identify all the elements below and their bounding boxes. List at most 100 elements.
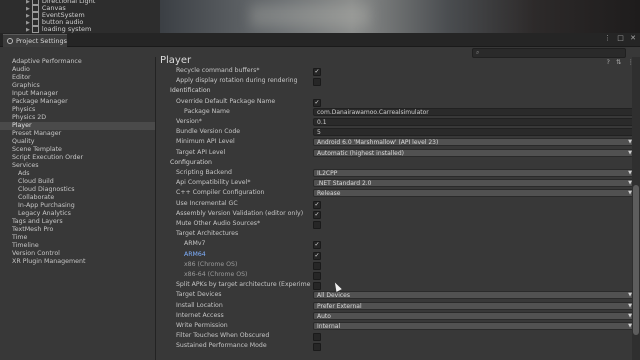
- sidebar-item-xr-plugin-management[interactable]: XR Plugin Management: [12, 258, 85, 266]
- setting-dropdown[interactable]: Internal ▼: [313, 322, 636, 330]
- gameobject-icon: [31, 25, 39, 33]
- setting-checkbox[interactable]: ✓: [313, 200, 321, 209]
- sidebar-item-graphics[interactable]: Graphics: [12, 82, 40, 90]
- setting-checkbox[interactable]: [313, 282, 321, 291]
- setting-row-package-name: Package Name com.Danairawamoo.Carrealsimu…: [184, 107, 636, 117]
- sidebar-item-ads[interactable]: Ads: [18, 170, 29, 178]
- setting-row-target-api-level: Target API Level Automatic (highest insta…: [176, 148, 636, 158]
- sidebar-item-time[interactable]: Time: [12, 234, 27, 242]
- hierarchy-item[interactable]: ▶ loading system: [26, 25, 91, 33]
- setting-checkbox[interactable]: [313, 78, 321, 87]
- sidebar-item-cloud-build[interactable]: Cloud Build: [18, 178, 54, 186]
- setting-dropdown[interactable]: Prefer External ▼: [313, 301, 636, 310]
- sidebar-item-cloud-diagnostics[interactable]: Cloud Diagnostics: [18, 186, 75, 194]
- sidebar-item-audio[interactable]: Audio: [12, 66, 30, 74]
- setting-checkbox[interactable]: [313, 272, 321, 280]
- sidebar-item-player[interactable]: Player: [0, 122, 155, 130]
- setting-checkbox[interactable]: [313, 343, 321, 352]
- sidebar-item-package-manager[interactable]: Package Manager: [12, 98, 68, 106]
- setting-label: Package Name: [184, 107, 230, 115]
- setting-row-bundle-version-code: Bundle Version Code 5: [176, 127, 636, 137]
- setting-checkbox[interactable]: ✓: [313, 251, 321, 260]
- scene-view[interactable]: [160, 0, 640, 33]
- setting-label: Sustained Performance Mode: [176, 342, 267, 350]
- tab-project-settings[interactable]: Project Settings: [3, 34, 67, 47]
- sidebar-item-quality[interactable]: Quality: [12, 138, 35, 146]
- setting-label: Target Architectures: [176, 230, 239, 238]
- setting-row-armv7: ARMv7 ✓: [184, 239, 620, 250]
- section-header-configuration: Configuration: [170, 158, 212, 166]
- setting-checkbox[interactable]: ✓: [313, 98, 321, 107]
- setting-checkbox[interactable]: [313, 333, 321, 342]
- sidebar-item-preset-manager[interactable]: Preset Manager: [12, 130, 61, 138]
- sidebar-item-input-manager[interactable]: Input Manager: [12, 90, 58, 98]
- setting-dropdown[interactable]: .NET Standard 2.0 ▼: [313, 179, 636, 188]
- scrollbar-thumb[interactable]: [633, 185, 639, 335]
- setting-row-api-compatibility-level: Api Compatibility Level* .NET Standard 2.…: [176, 178, 636, 188]
- close-icon[interactable]: ✕: [630, 34, 636, 42]
- sidebar-item-collaborate[interactable]: Collaborate: [18, 194, 54, 202]
- hierarchy-item-label: loading system: [41, 25, 92, 33]
- sidebar-item-textmesh-pro[interactable]: TextMesh Pro: [12, 226, 53, 234]
- sidebar-item-tags-and-layers[interactable]: Tags and Layers: [12, 218, 63, 226]
- player-settings-panel: Player ? ⇅ ⋮ Recycle command buffers* ✓ Ap…: [160, 55, 636, 360]
- sidebar-item-physics[interactable]: Physics: [12, 106, 35, 114]
- setting-row-mute-other-audio-sources: Mute Other Audio Sources*: [176, 219, 620, 229]
- editor-top-area: ▶ Directional Light ▶ Canvas ▶ EventSystem ▶ bu…: [0, 0, 640, 33]
- setting-checkbox[interactable]: ✓: [313, 68, 321, 76]
- sidebar-item-version-control[interactable]: Version Control: [12, 250, 60, 258]
- setting-row-assembly-version-validation-editor-only: Assembly Version Validation (editor only…: [176, 209, 620, 219]
- header-icons: ? ⇅ ⋮: [602, 58, 634, 66]
- setting-label: Mute Other Audio Sources*: [176, 220, 261, 227]
- setting-dropdown[interactable]: Android 6.0 'Marshmallow' (API level 23)…: [313, 138, 636, 147]
- setting-label: Recycle command buffers*: [176, 67, 260, 74]
- scrollbar[interactable]: [632, 57, 640, 360]
- setting-text-field[interactable]: 5: [313, 128, 636, 137]
- setting-label: Bundle Version Code: [176, 128, 241, 136]
- setting-label: Minimum API Level: [176, 138, 235, 146]
- setting-checkbox[interactable]: ✓: [313, 210, 321, 219]
- sidebar-item-physics-2d[interactable]: Physics 2D: [12, 114, 46, 122]
- help-icon[interactable]: ?: [606, 58, 609, 66]
- sidebar-item-timeline[interactable]: Timeline: [12, 242, 39, 250]
- dropdown-value: Prefer External: [317, 302, 362, 310]
- hierarchy-panel: ▶ Directional Light ▶ Canvas ▶ EventSystem ▶ bu…: [0, 0, 160, 33]
- sidebar-item-legacy-analytics[interactable]: Legacy Analytics: [18, 210, 71, 218]
- setting-row-minimum-api-level: Minimum API Level Android 6.0 'Marshmallo…: [176, 137, 636, 147]
- tab-title: Project Settings: [16, 37, 67, 45]
- dropdown-value: Android 6.0 'Marshmallow' (API level 23): [317, 139, 439, 147]
- sidebar-item-adaptive-performance[interactable]: Adaptive Performance: [12, 58, 82, 66]
- setting-dropdown[interactable]: IL2CPP ▼: [313, 169, 636, 177]
- setting-label: Split APKs by target architecture (Exper…: [176, 281, 311, 289]
- setting-dropdown[interactable]: Automatic (highest installed) ▼: [313, 148, 636, 157]
- dropdown-value: Internal: [317, 323, 341, 330]
- setting-row-x86-chrome-os: x86 (Chrome OS): [184, 260, 620, 270]
- dropdown-value: Auto: [317, 312, 331, 320]
- dropdown-value: IL2CPP: [317, 170, 338, 177]
- setting-checkbox[interactable]: ✓: [313, 241, 321, 250]
- setting-label: Assembly Version Validation (editor only…: [176, 209, 304, 217]
- maximize-icon[interactable]: □: [617, 34, 624, 42]
- setting-dropdown[interactable]: All Devices ▼: [313, 291, 636, 300]
- setting-text-field[interactable]: 0.1: [313, 118, 636, 126]
- sidebar-item-scene-template[interactable]: Scene Template: [12, 146, 62, 154]
- setting-label: Target Devices: [176, 291, 222, 299]
- sidebar-item-in-app-purchasing[interactable]: In-App Purchasing: [18, 202, 75, 210]
- setting-checkbox[interactable]: [313, 221, 321, 229]
- setting-checkbox[interactable]: [313, 261, 321, 270]
- sidebar-item-services[interactable]: Services: [12, 162, 39, 170]
- setting-dropdown[interactable]: Release ▼: [313, 189, 636, 198]
- dropdown-value: Automatic (highest installed): [317, 149, 404, 157]
- setting-row-write-permission: Write Permission Internal ▼: [176, 321, 636, 331]
- setting-label: C++ Compiler Configuration: [176, 189, 265, 197]
- dropdown-value: All Devices: [317, 292, 350, 300]
- sidebar-item-script-execution-order[interactable]: Script Execution Order: [12, 154, 83, 162]
- presets-icon[interactable]: ⇅: [616, 58, 621, 66]
- sidebar-item-editor[interactable]: Editor: [12, 74, 31, 82]
- setting-text-field[interactable]: com.Danairawamoo.Carrealsimulator: [313, 107, 636, 116]
- setting-row-install-location: Install Location Prefer External ▼: [176, 301, 636, 311]
- setting-dropdown[interactable]: Auto ▼: [313, 311, 636, 320]
- more-options-icon[interactable]: ⋮: [604, 34, 611, 42]
- setting-label: Filter Touches When Obscured: [176, 332, 270, 340]
- setting-row-sustained-performance-mode: Sustained Performance Mode: [176, 341, 620, 352]
